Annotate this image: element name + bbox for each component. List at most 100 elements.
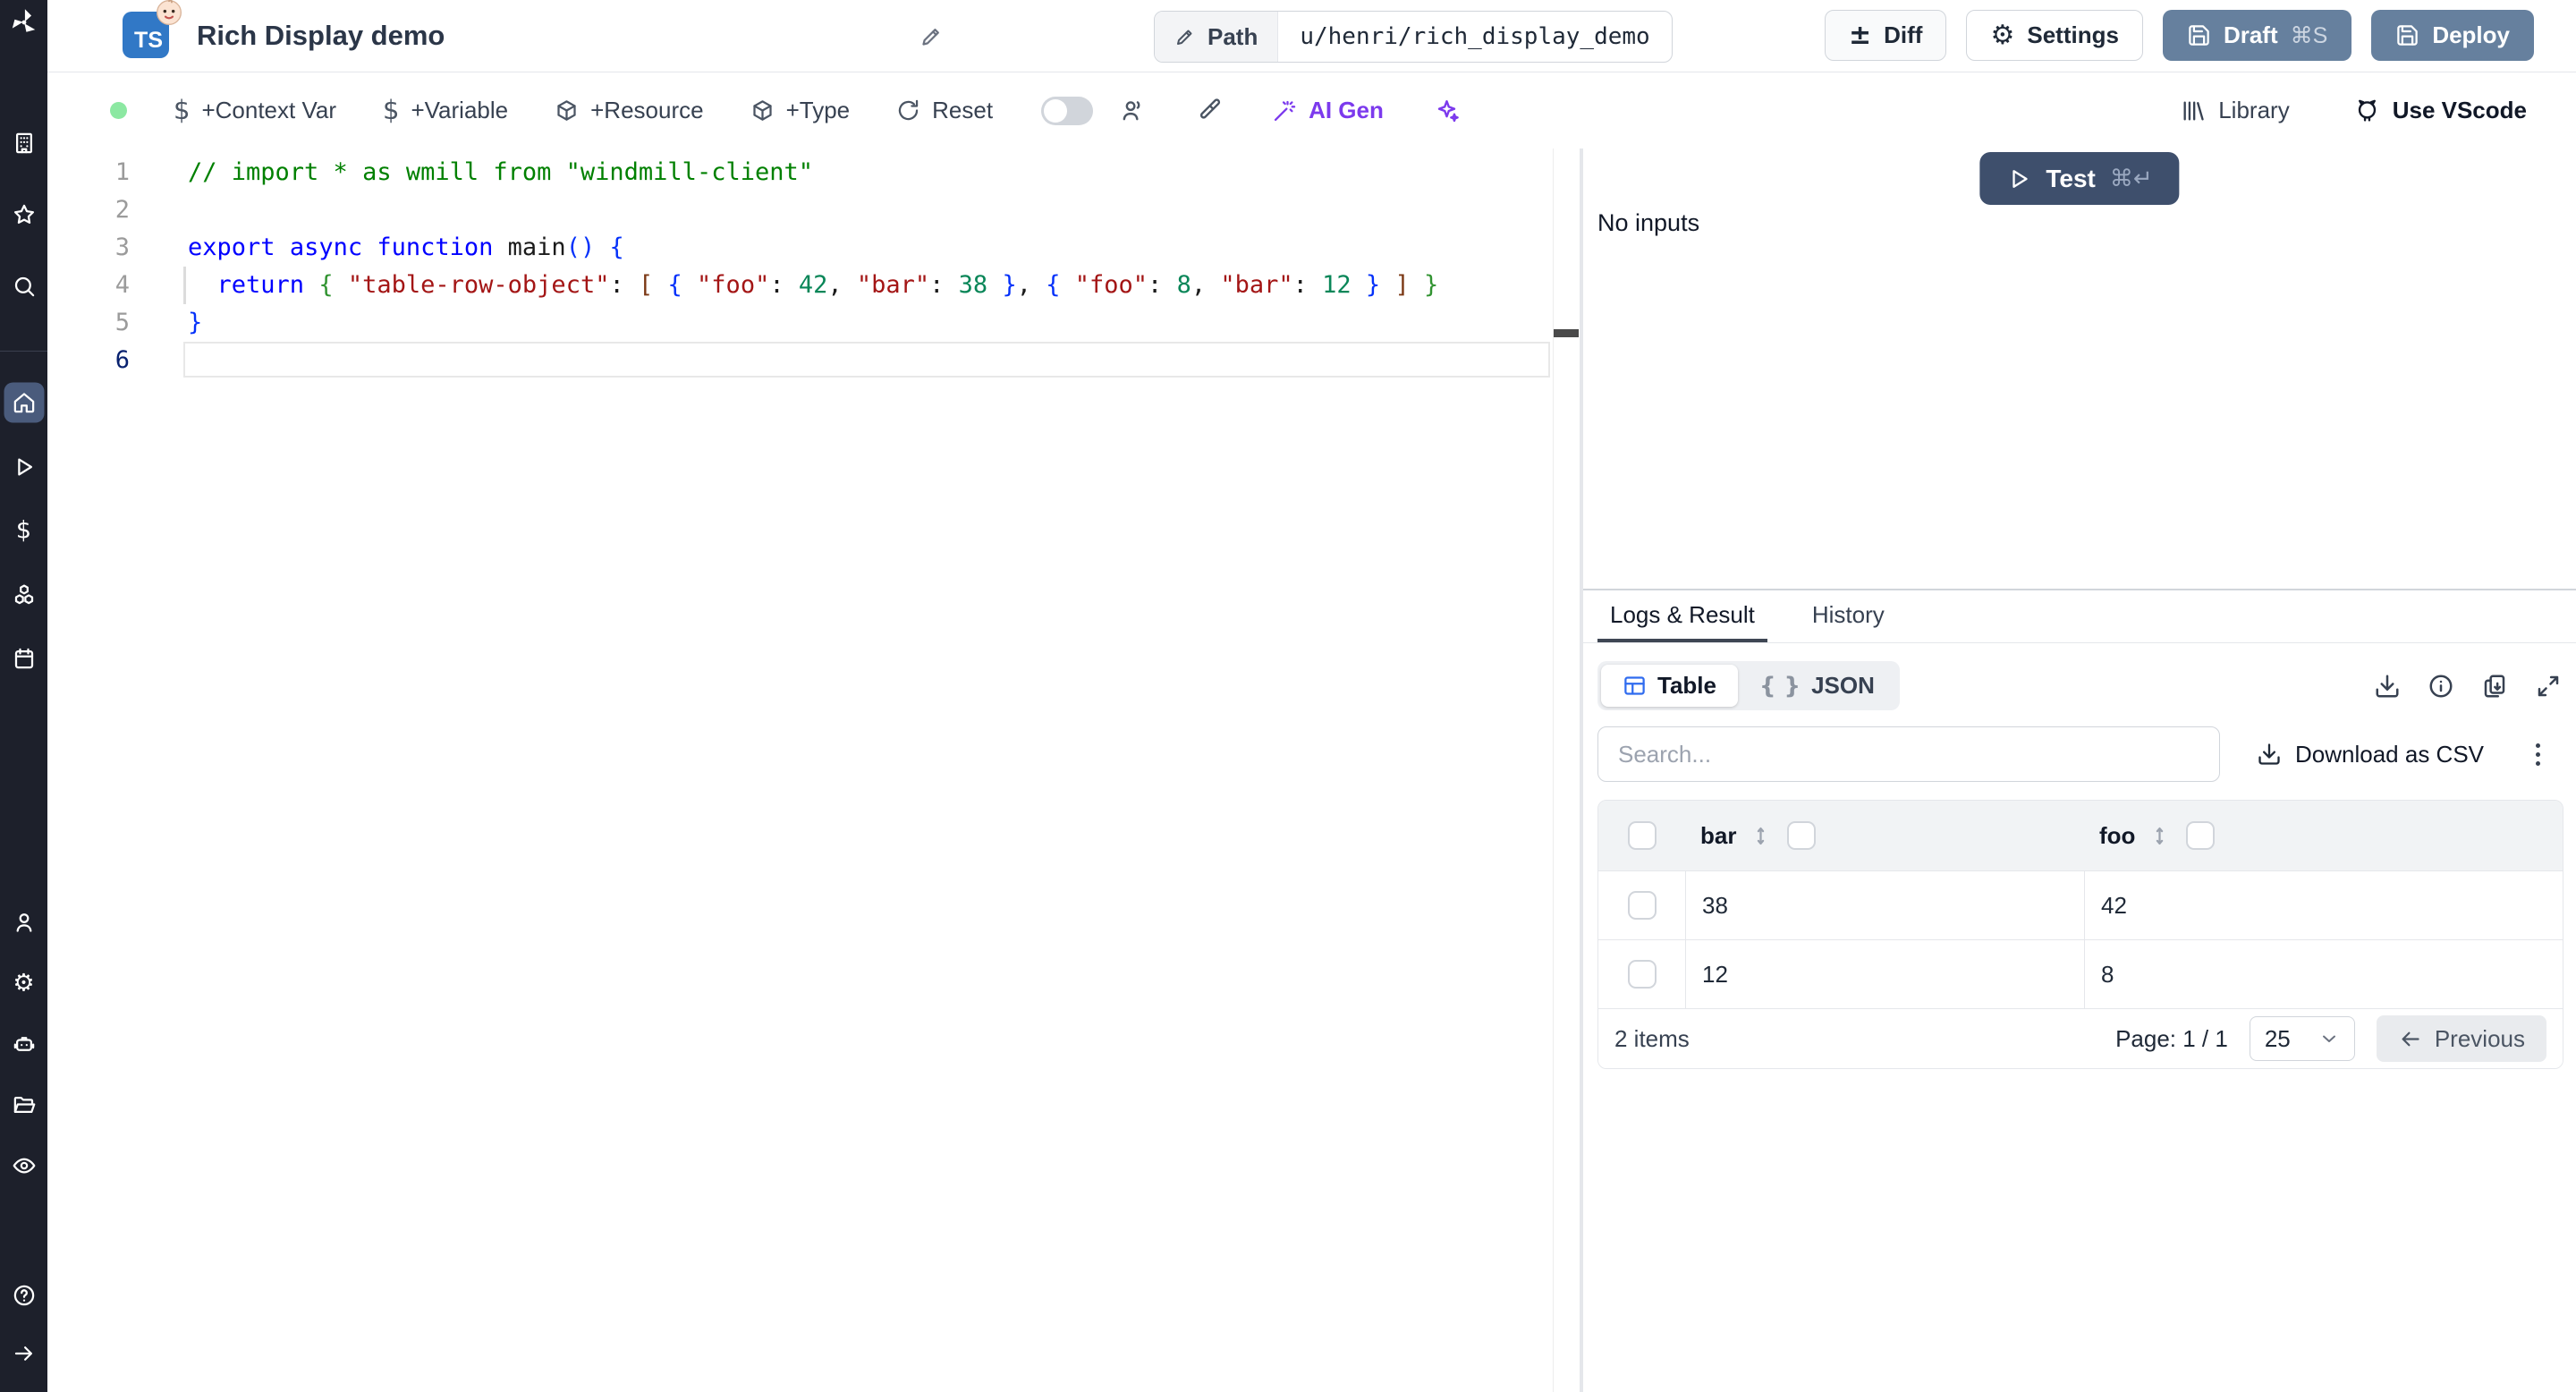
toolbar-type-button[interactable]: +Type: [750, 97, 851, 124]
search-input[interactable]: [1597, 726, 2220, 782]
play-icon: [12, 454, 36, 479]
deploy-button-label: Deploy: [2432, 21, 2510, 48]
dollar-icon: $: [383, 95, 400, 125]
sidebar-item-gear[interactable]: ⚙: [4, 963, 44, 1004]
test-button[interactable]: Test ⌘↵: [1979, 152, 2180, 205]
chevron-down-icon: [2318, 1028, 2340, 1049]
deploy-button[interactable]: Deploy: [2371, 10, 2534, 61]
code-editor[interactable]: 1 // import * as wmill from "windmill-cli…: [47, 149, 1580, 1392]
table-cell: 8: [2101, 960, 2114, 988]
robot-icon: [12, 1032, 36, 1057]
settings-button-label: Settings: [2027, 21, 2119, 48]
paintbrush-icon[interactable]: [1196, 98, 1222, 123]
clipboard-icon[interactable]: [2481, 673, 2508, 700]
column-checkbox[interactable]: [2186, 821, 2216, 850]
row-checkbox[interactable]: [1627, 960, 1657, 989]
line-number: 6: [114, 346, 130, 374]
users-icon[interactable]: [1120, 98, 1146, 123]
line-number: 4: [114, 271, 130, 299]
download-csv-button[interactable]: Download as CSV: [2257, 741, 2484, 768]
kebab-menu[interactable]: [2530, 738, 2546, 771]
toolbar-reset-button[interactable]: Reset: [896, 97, 993, 124]
row-checkbox[interactable]: [1627, 891, 1657, 920]
toggle-switch[interactable]: [1041, 96, 1094, 125]
path-field[interactable]: Path u/henri/rich_display_demo: [1154, 11, 1673, 63]
column-header-foo[interactable]: foo: [2085, 821, 2563, 850]
sidebar-item-cubes[interactable]: [4, 574, 44, 615]
pencil-icon: [1174, 26, 1196, 47]
toolbar-item-label: +Resource: [590, 97, 704, 123]
column-checkbox[interactable]: [1787, 821, 1817, 850]
windmill-logo[interactable]: [8, 6, 40, 38]
toolbar-resource-button[interactable]: +Resource: [555, 97, 704, 124]
view-json-button[interactable]: { } JSON: [1738, 665, 1896, 707]
toolbar-context-var-button[interactable]: $ +Context Var: [174, 97, 336, 124]
sidebar-item-calendar[interactable]: [4, 639, 44, 679]
info-icon[interactable]: [2428, 673, 2454, 700]
table-cell: 12: [1686, 940, 2085, 1008]
sidebar-item-robot[interactable]: [4, 1024, 44, 1065]
sidebar-item-folder-open[interactable]: [4, 1085, 44, 1125]
sidebar-item-person[interactable]: [4, 903, 44, 943]
column-header-bar[interactable]: bar: [1686, 821, 2085, 850]
diff-button[interactable]: ± Diff: [1825, 10, 1947, 61]
tab-history[interactable]: History: [1800, 590, 1897, 642]
sidebar-item-play[interactable]: [4, 446, 44, 487]
scrollbar-thumb[interactable]: [1554, 329, 1579, 337]
script-emoji: [155, 0, 183, 27]
sidebar-item-arrow-right[interactable]: [4, 1334, 44, 1374]
sidebar-item-search[interactable]: [4, 267, 44, 307]
view-toggle: Table { } JSON: [1597, 661, 1900, 710]
ai-gen-label: AI Gen: [1309, 97, 1384, 123]
code-text: return { "table-row-object": [ { "foo": …: [216, 271, 1439, 299]
save-icon: [2187, 23, 2211, 47]
page-size-value: 25: [2264, 1024, 2291, 1052]
page-title: Rich Display demo: [197, 20, 445, 51]
help-circle-icon: [12, 1284, 36, 1308]
dollar-icon: $: [174, 95, 191, 125]
toolbar-item-label: +Context Var: [201, 97, 336, 123]
ai-gen-button[interactable]: AI Gen: [1272, 97, 1384, 124]
save-icon: [2395, 23, 2419, 47]
settings-button[interactable]: ⚙ Settings: [1966, 10, 2143, 61]
toolbar-variable-button[interactable]: $ +Variable: [383, 97, 508, 124]
pagination: Page: 1 / 1 25 Previous: [2115, 1015, 2546, 1062]
tab-logs-result[interactable]: Logs & Result: [1597, 590, 1767, 642]
draft-button[interactable]: Draft ⌘S: [2162, 10, 2352, 61]
toolbar-item-label: Reset: [932, 97, 994, 123]
package-icon: [750, 98, 775, 123]
expand-icon[interactable]: [2535, 673, 2562, 700]
toolbar-item-label: +Type: [785, 97, 851, 123]
sparkles-icon[interactable]: [1434, 98, 1460, 123]
header-actions: ± Diff ⚙ Settings Draft ⌘S Deploy: [1825, 10, 2534, 61]
sidebar-item-eye[interactable]: [4, 1146, 44, 1186]
toggle-knob: [1044, 98, 1068, 123]
previous-page-button[interactable]: Previous: [2376, 1015, 2546, 1062]
sidebar-divider: [0, 351, 47, 352]
select-all-checkbox[interactable]: [1628, 821, 1657, 850]
sidebar-item-star[interactable]: [4, 195, 44, 235]
sidebar-item-home[interactable]: [4, 382, 44, 423]
gear-icon: ⚙: [13, 969, 35, 997]
code-line-2: 2: [47, 191, 1580, 229]
sidebar-item-building[interactable]: [4, 123, 44, 164]
editor-toolbar: $ +Context Var $ +Variable +Resource +Type Res…: [47, 72, 2576, 149]
edit-summary-pencil-icon[interactable]: [919, 24, 944, 48]
no-inputs-text: No inputs: [1597, 209, 1700, 236]
use-vscode-button[interactable]: Use VScode: [2354, 97, 2527, 124]
current-line-highlight: [183, 342, 1550, 378]
code-line-1: 1 // import * as wmill from "windmill-cli…: [47, 154, 1580, 191]
sidebar-item-help-circle[interactable]: [4, 1276, 44, 1316]
results-panel: Logs & Result History Table { } JSON Downlo…: [1583, 589, 2576, 1392]
page-size-select[interactable]: 25: [2249, 1016, 2355, 1061]
library-button[interactable]: Library: [2181, 97, 2290, 124]
table-cell: 38: [1686, 871, 2085, 939]
download-icon: [2257, 742, 2282, 767]
magic-wand-icon: [1272, 98, 1297, 123]
table-footer: 2 items Page: 1 / 1 25 Previous: [1598, 1008, 2563, 1068]
sidebar-item-dollar[interactable]: $: [4, 511, 44, 551]
view-table-button[interactable]: Table: [1601, 665, 1738, 707]
download-icon[interactable]: [2374, 673, 2401, 700]
table-header: bar foo: [1598, 801, 2563, 870]
left-sidebar: $ ⚙: [0, 0, 47, 1392]
